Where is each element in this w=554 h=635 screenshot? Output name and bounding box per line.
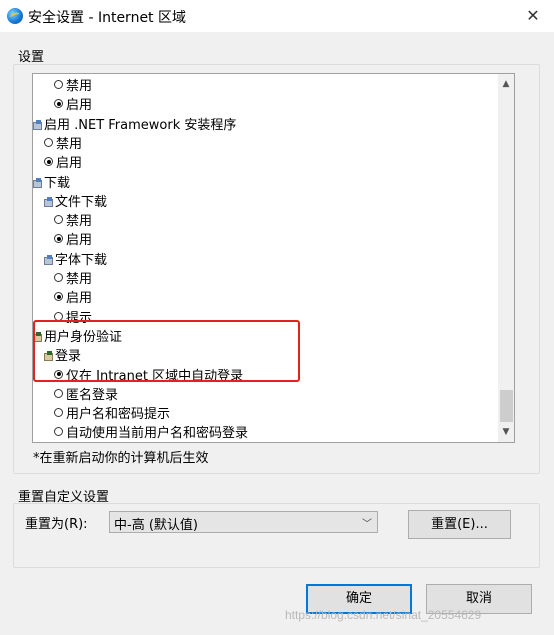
row-label: 自动使用当前用户名和密码登录: [66, 426, 249, 442]
settings-tree[interactable]: 禁用 启用 启用 .NET Framework 安装程序 禁用 启用 下载 文件下载 禁用 启用…: [32, 73, 515, 443]
radio-option[interactable]: 启用: [44, 154, 82, 173]
row-label: 禁用: [66, 79, 93, 94]
window-title: 安全设置 - Internet 区域: [28, 10, 186, 26]
reset-button[interactable]: 重置(E)...: [408, 510, 511, 539]
reset-to-label: 重置为(R):: [25, 517, 88, 532]
radio-unchecked-icon: [54, 273, 63, 282]
row-label: 用户名和密码提示: [66, 407, 171, 423]
settings-group-icon: [33, 177, 42, 188]
radio-option[interactable]: 禁用: [54, 77, 92, 96]
radio-checked-icon: [54, 292, 63, 302]
settings-group-label: 设置: [18, 50, 45, 65]
scroll-down-icon[interactable]: ▼: [498, 424, 514, 440]
setting-group: 字体下载: [44, 251, 107, 270]
radio-unchecked-icon: [54, 388, 63, 398]
row-label: 字体下载: [55, 252, 108, 268]
scroll-thumb[interactable]: [500, 390, 513, 422]
user-auth-highlight-box: [33, 320, 300, 382]
radio-option[interactable]: 禁用: [44, 135, 82, 154]
security-level-select[interactable]: 中-高 (默认值) ﹀: [109, 511, 378, 533]
settings-group-icon: [44, 254, 53, 265]
radio-unchecked-icon: [54, 80, 63, 89]
settings-group-icon: [33, 119, 42, 130]
row-label: 禁用: [66, 214, 93, 230]
settings-group-icon: [44, 196, 53, 207]
setting-group: 下载: [33, 174, 70, 193]
radio-unchecked-icon: [44, 137, 53, 147]
radio-option[interactable]: 启用: [54, 96, 92, 115]
radio-checked-icon: [54, 99, 63, 109]
row-label: 启用 .NET Framework 安装程序: [44, 117, 237, 133]
security-level-value: 中-高 (默认值): [114, 518, 198, 533]
scrollbar[interactable]: ▲ ▼: [498, 74, 514, 442]
radio-checked-icon: [54, 234, 63, 244]
row-label: 文件下载: [55, 194, 108, 210]
radio-option[interactable]: 启用: [54, 289, 92, 308]
row-label: 匿名登录: [66, 387, 119, 403]
radio-option[interactable]: 用户名和密码提示: [54, 405, 170, 424]
row-label: 禁用: [66, 272, 93, 287]
row-label: 禁用: [56, 136, 83, 152]
radio-option[interactable]: 匿名登录: [54, 386, 118, 405]
radio-unchecked-icon: [54, 427, 63, 437]
close-icon[interactable]: ✕: [518, 4, 548, 28]
title-bar: 安全设置 - Internet 区域 ✕: [0, 0, 554, 32]
setting-group: 文件下载: [44, 193, 107, 212]
setting-group: 启用 .NET Framework 安装程序: [33, 116, 236, 135]
radio-option[interactable]: 自动使用当前用户名和密码登录: [54, 424, 249, 442]
restart-note: *在重新启动你的计算机后生效: [33, 451, 209, 466]
radio-option[interactable]: 禁用: [54, 212, 92, 231]
radio-unchecked-icon: [54, 215, 63, 225]
row-label: 下载: [44, 175, 71, 191]
radio-unchecked-icon: [54, 408, 63, 418]
watermark-text: https://blog.csdn.net/sinat_20554629: [285, 608, 482, 622]
radio-option[interactable]: 禁用: [54, 270, 92, 289]
row-label: 启用: [66, 291, 93, 307]
radio-option[interactable]: 启用: [54, 231, 92, 250]
row-label: 启用: [66, 98, 93, 114]
row-label: 启用: [66, 233, 93, 249]
row-label: 启用: [56, 156, 83, 172]
ie-globe-icon: [7, 8, 23, 24]
radio-checked-icon: [44, 157, 53, 167]
chevron-down-icon: ﹀: [362, 519, 372, 530]
scroll-up-icon[interactable]: ▲: [498, 76, 514, 92]
